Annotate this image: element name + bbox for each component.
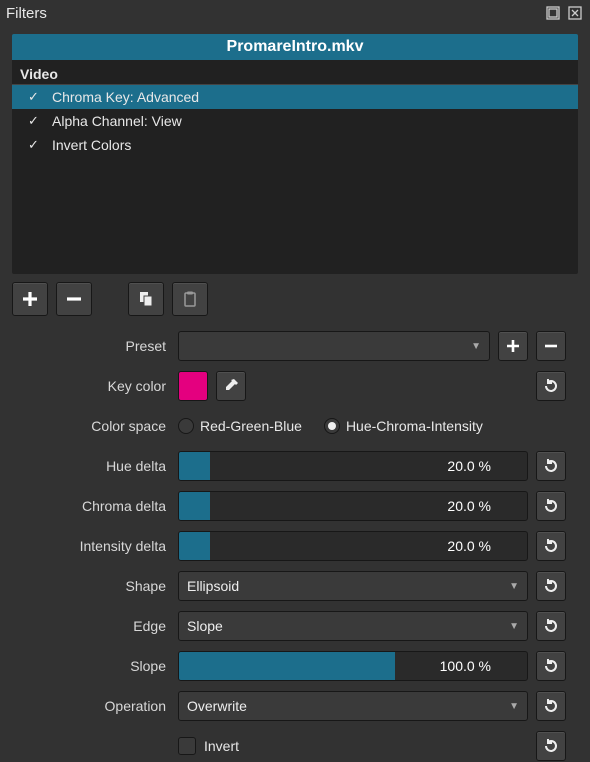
hue-delta-reset-button[interactable] xyxy=(536,451,566,481)
operation-label: Operation xyxy=(24,698,170,714)
eyedropper-button[interactable] xyxy=(216,371,246,401)
chroma-delta-slider[interactable]: 20.0 % xyxy=(178,491,528,521)
chroma-delta-label: Chroma delta xyxy=(24,498,170,514)
intensity-delta-label: Intensity delta xyxy=(24,538,170,554)
chroma-delta-value: 20.0 % xyxy=(447,498,491,514)
remove-filter-button[interactable] xyxy=(56,282,92,316)
chevron-down-icon: ▼ xyxy=(509,581,519,592)
hue-delta-value: 20.0 % xyxy=(447,458,491,474)
color-space-label: Color space xyxy=(24,418,170,434)
invert-label: Invert xyxy=(204,738,239,754)
panel-title: Filters xyxy=(6,5,47,22)
paste-filter-button[interactable] xyxy=(172,282,208,316)
file-name-bar: PromareIntro.mkv xyxy=(12,34,578,60)
operation-reset-button[interactable] xyxy=(536,691,566,721)
shape-reset-button[interactable] xyxy=(536,571,566,601)
edge-dropdown[interactable]: Slope ▼ xyxy=(178,611,528,641)
filter-item-label: Chroma Key: Advanced xyxy=(52,89,199,105)
filter-item-label: Invert Colors xyxy=(52,137,131,153)
chevron-down-icon: ▼ xyxy=(509,701,519,712)
copy-filter-button[interactable] xyxy=(128,282,164,316)
hue-delta-label: Hue delta xyxy=(24,458,170,474)
panel-header: Filters xyxy=(0,0,590,28)
filter-item-label: Alpha Channel: View xyxy=(52,113,182,129)
shape-dropdown[interactable]: Ellipsoid ▼ xyxy=(178,571,528,601)
filter-item[interactable]: ✓ Chroma Key: Advanced xyxy=(12,85,578,109)
shape-label: Shape xyxy=(24,578,170,594)
invert-checkbox[interactable] xyxy=(178,737,196,755)
dock-icon[interactable] xyxy=(544,4,562,22)
filter-section-video: Video xyxy=(12,60,578,85)
close-icon[interactable] xyxy=(566,4,584,22)
hue-delta-slider[interactable]: 20.0 % xyxy=(178,451,528,481)
slope-reset-button[interactable] xyxy=(536,651,566,681)
hci-radio-label: Hue-Chroma-Intensity xyxy=(346,418,483,434)
preset-dropdown[interactable]: ▼ xyxy=(178,331,490,361)
filter-toolbar xyxy=(12,282,578,316)
invert-reset-button[interactable] xyxy=(536,731,566,761)
intensity-delta-slider[interactable]: 20.0 % xyxy=(178,531,528,561)
chroma-delta-reset-button[interactable] xyxy=(536,491,566,521)
preset-add-button[interactable] xyxy=(498,331,528,361)
slope-value: 100.0 % xyxy=(440,658,491,674)
chevron-down-icon: ▼ xyxy=(509,621,519,632)
preset-label: Preset xyxy=(24,338,170,354)
color-space-hci-radio[interactable]: Hue-Chroma-Intensity xyxy=(324,418,483,434)
intensity-delta-reset-button[interactable] xyxy=(536,531,566,561)
slope-label: Slope xyxy=(24,658,170,674)
intensity-delta-value: 20.0 % xyxy=(447,538,491,554)
checkmark-icon[interactable]: ✓ xyxy=(28,113,42,129)
filter-item[interactable]: ✓ Invert Colors xyxy=(12,133,578,157)
operation-value: Overwrite xyxy=(187,698,247,714)
preset-remove-button[interactable] xyxy=(536,331,566,361)
edge-label: Edge xyxy=(24,618,170,634)
checkmark-icon[interactable]: ✓ xyxy=(28,89,42,105)
shape-value: Ellipsoid xyxy=(187,578,239,594)
checkmark-icon[interactable]: ✓ xyxy=(28,137,42,153)
edge-reset-button[interactable] xyxy=(536,611,566,641)
key-color-reset-button[interactable] xyxy=(536,371,566,401)
key-color-label: Key color xyxy=(24,378,170,394)
edge-value: Slope xyxy=(187,618,223,634)
key-color-swatch[interactable] xyxy=(178,371,208,401)
filter-item[interactable]: ✓ Alpha Channel: View xyxy=(12,109,578,133)
color-space-rgb-radio[interactable]: Red-Green-Blue xyxy=(178,418,302,434)
slope-slider[interactable]: 100.0 % xyxy=(178,651,528,681)
operation-dropdown[interactable]: Overwrite ▼ xyxy=(178,691,528,721)
add-filter-button[interactable] xyxy=(12,282,48,316)
rgb-radio-label: Red-Green-Blue xyxy=(200,418,302,434)
filter-list: Video ✓ Chroma Key: Advanced ✓ Alpha Channe… xyxy=(12,60,578,274)
properties-panel: Preset ▼ Key color Color space Red-Green… xyxy=(12,330,578,762)
chevron-down-icon: ▼ xyxy=(471,341,481,352)
